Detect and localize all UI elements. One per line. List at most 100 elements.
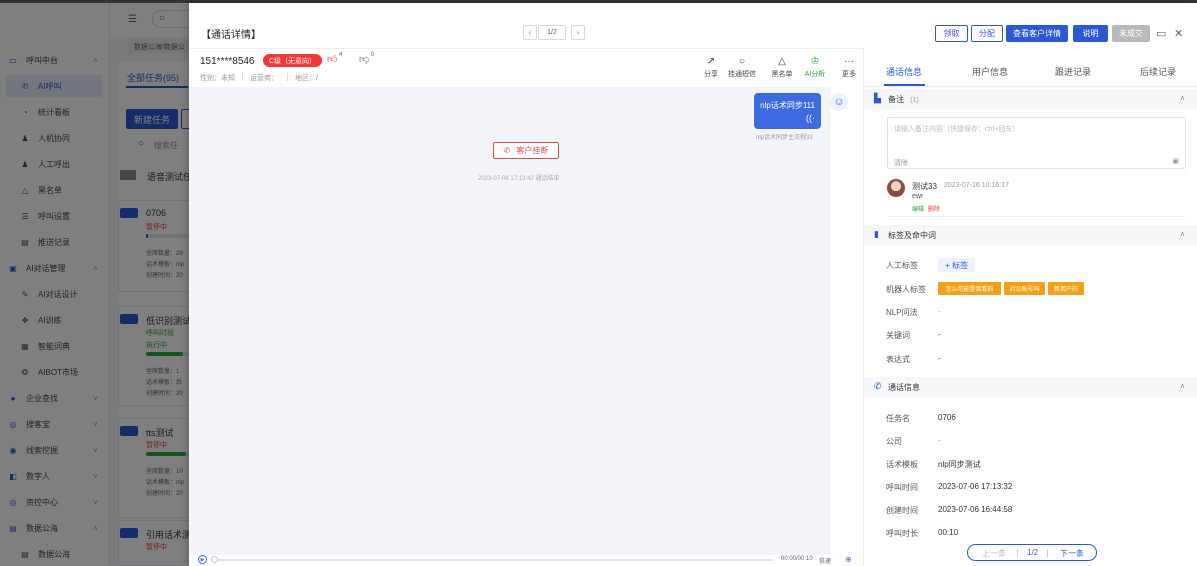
call-info-label: 呼叫时间 <box>886 483 918 492</box>
add-tag-button[interactable]: + 标签 <box>938 258 975 272</box>
ai-analysis-icon: ♔ <box>810 56 820 67</box>
more-button[interactable]: ··· 更多 <box>835 56 863 79</box>
prev-call-button[interactable]: ‹ <box>523 25 537 40</box>
next-call-button[interactable]: › <box>571 25 585 40</box>
robot-tag-label: 机器人标签 <box>886 285 926 294</box>
record-pager: 上一条 1/2 下一条 <box>967 544 1097 561</box>
robot-tag: 新用户的 <box>1048 282 1084 295</box>
audio-player: ▶ 00:00/00:10 倍速 ⊕ <box>189 555 863 566</box>
bot-message-flow: nlp话术同步主流程33 <box>756 135 813 141</box>
notes-title-text: 备注 <box>888 95 904 104</box>
audio-time: 00:00/00:10 <box>781 556 813 562</box>
explain-button[interactable]: 说明 <box>1073 25 1108 42</box>
nlp-label: NLP问法 <box>886 308 918 317</box>
customer-gender: 性别：未知 <box>200 75 235 82</box>
window-icon[interactable]: ▭ <box>1156 27 1166 40</box>
comment-edit-link[interactable]: 编辑 <box>912 204 924 213</box>
thumbs-up-count: 4 <box>339 52 343 58</box>
notes-section-header[interactable]: ▙ 备注 (1) ∧ <box>864 89 1197 109</box>
comment-text: ewr <box>912 193 924 200</box>
speed-button[interactable]: 倍速 <box>819 556 831 565</box>
call-info-value: 0706 <box>938 413 956 422</box>
ai-analysis-button[interactable]: ♔ AI分析 <box>801 56 829 79</box>
call-info-title: 通话信息 <box>888 383 920 392</box>
audio-wave-icon[interactable]: ((· <box>806 113 815 123</box>
share-icon: ↗ <box>706 56 716 67</box>
call-info-label: 公司 <box>886 437 902 446</box>
customer-operator: 运营商： <box>250 75 278 82</box>
blacklist-label: 黑名单 <box>771 71 793 78</box>
tab-subsequent[interactable]: 后续记录 <box>1140 65 1176 78</box>
bookmark-icon: ▮ <box>874 229 879 239</box>
thumbs-down-icon[interactable]: 👎︎ <box>359 53 369 65</box>
divider <box>864 86 1197 87</box>
comment-delete-link[interactable]: 删除 <box>928 204 940 213</box>
call-info-value: - <box>938 436 941 445</box>
robot-avatar-icon: ☺ <box>830 93 848 111</box>
tab-follow-up[interactable]: 跟进记录 <box>1055 65 1091 78</box>
note-clear-button[interactable]: 清除 <box>894 158 908 168</box>
note-icon: ▙ <box>874 93 881 103</box>
tab-user-info[interactable]: 用户信息 <box>972 65 1008 78</box>
robot-tag: 对公账号吗 <box>1004 282 1045 295</box>
thumbs-down-count: 0 <box>371 52 375 58</box>
close-icon[interactable]: ✕ <box>1174 27 1183 40</box>
blacklist-button[interactable]: △ 黑名单 <box>768 56 796 79</box>
download-icon[interactable]: ⊕ <box>845 555 852 564</box>
hangup-text: 客户挂断 <box>516 146 549 155</box>
sms-label: 挂通短信 <box>728 71 756 78</box>
chevron-up-icon[interactable]: ∧ <box>1180 94 1185 102</box>
intent-grade-badge: C级（无意向） <box>263 54 323 67</box>
audio-progress-track[interactable] <box>211 559 773 561</box>
save-icon[interactable]: ▣ <box>1172 157 1179 165</box>
assign-button[interactable]: 分配 <box>971 25 1003 42</box>
more-icon: ··· <box>844 56 854 67</box>
customer-detail-button[interactable]: 查看客户详情 <box>1006 25 1068 42</box>
bot-message-bubble[interactable]: nlp话术同步111 ((· <box>754 93 821 129</box>
tags-section-header[interactable]: ▮ 标签及命中词 ∧ <box>864 225 1197 245</box>
expression-value: - <box>938 354 941 363</box>
call-info-label: 话术模板 <box>886 460 918 469</box>
audio-progress-handle[interactable] <box>211 556 218 563</box>
panel-divider <box>863 48 864 566</box>
next-record-button[interactable]: 下一条 <box>1060 548 1084 559</box>
share-button[interactable]: ↗ 分享 <box>697 56 725 79</box>
call-pager-text: 1/2 <box>538 25 566 40</box>
note-input[interactable]: 请输入备注内容（快捷保存：ctrl+回车） 清除 ▣ <box>887 117 1186 169</box>
ai-analysis-label: AI分析 <box>804 71 826 78</box>
manual-tag-label: 人工标签 <box>886 261 918 270</box>
call-end-time: 2023-07-06 17:13:42 通话结束 <box>478 176 560 182</box>
divider <box>1047 549 1048 557</box>
play-button[interactable]: ▶ <box>198 555 207 564</box>
prev-record-button[interactable]: 上一条 <box>982 548 1006 559</box>
call-info-value: nlp同步测试 <box>938 460 981 469</box>
drawer-title: 【通话详情】 <box>201 30 261 41</box>
deal-status-button[interactable]: 未成交 <box>1112 25 1150 42</box>
customer-hangup-badge: ✆ 客户挂断 <box>493 142 559 159</box>
phone-icon: ✆ <box>874 381 882 391</box>
divider <box>287 73 288 81</box>
divider <box>1017 549 1018 557</box>
robot-tag: 怎么可能是我看的 <box>938 282 1001 295</box>
divider <box>242 73 243 81</box>
call-info-label: 呼叫时长 <box>886 529 918 538</box>
call-detail-drawer: 【通话详情】 ‹ 1/2 › 领取 分配 查看客户详情 说明 未成交 ▭ ✕ 1… <box>189 3 1197 566</box>
tab-call-info[interactable]: 通话信息 <box>886 65 922 78</box>
claim-button[interactable]: 领取 <box>935 25 968 42</box>
comment-user: 测试33 <box>912 182 937 191</box>
keyword-value: - <box>938 330 941 339</box>
note-placeholder: 请输入备注内容（快捷保存：ctrl+回车） <box>894 126 1020 133</box>
chevron-up-icon[interactable]: ∧ <box>1180 230 1185 238</box>
chevron-up-icon[interactable]: ∧ <box>1180 382 1185 390</box>
expression-label: 表达式 <box>886 355 910 364</box>
thumbs-up-icon[interactable]: 👍︎ <box>327 53 337 65</box>
call-info-value: 2023-07-06 17:13:32 <box>938 482 1013 491</box>
share-label: 分享 <box>704 71 718 78</box>
customer-phone: 151****8546 <box>200 56 255 67</box>
call-info-label: 任务名 <box>886 414 910 423</box>
sms-button[interactable]: ○ 挂通短信 <box>728 56 756 79</box>
call-info-section-header[interactable]: ✆ 通话信息 ∧ <box>864 377 1197 397</box>
comment-time: 2023-07-16 10:16:17 <box>944 182 1009 189</box>
call-info-value: 00:10 <box>938 528 959 537</box>
record-pager-text: 1/2 <box>1027 548 1039 557</box>
